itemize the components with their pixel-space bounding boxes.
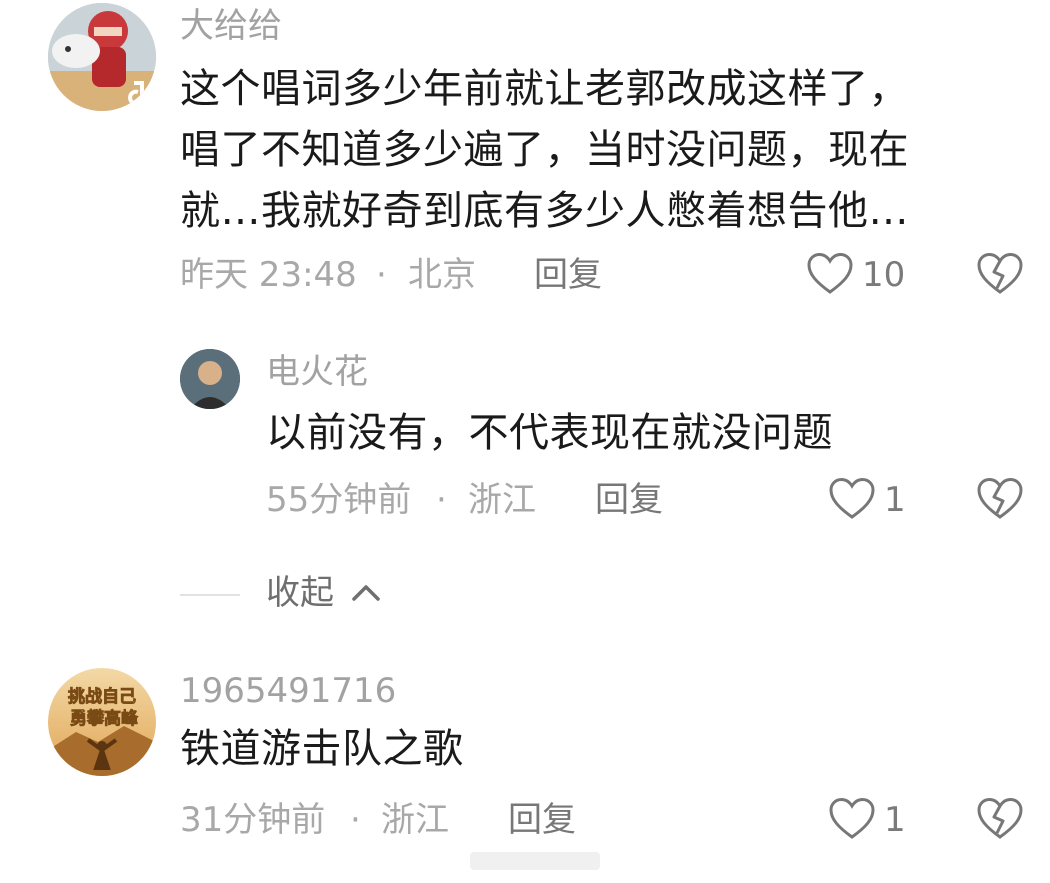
like-count: 1 (884, 800, 906, 840)
comment-username[interactable]: 大给给 (180, 6, 282, 46)
avatar[interactable]: 挑战自己 勇攀高峰 (48, 668, 156, 776)
avatar-text-line2: 勇攀高峰 (70, 708, 139, 729)
meta-separator: · (350, 800, 361, 840)
meta-separator: · (436, 480, 447, 520)
like-count: 10 (862, 255, 906, 295)
chevron-up-icon[interactable] (350, 580, 382, 604)
reply-button[interactable]: 回复 (534, 255, 602, 295)
comment-username[interactable]: 电火花 (266, 352, 368, 392)
comment-text-line: 唱了不知道多少遍了，当时没问题，现在 (180, 127, 909, 173)
collapse-divider (180, 594, 240, 596)
broken-heart-icon[interactable] (976, 252, 1024, 296)
comment-time: 31分钟前 (180, 800, 326, 840)
like-heart-icon[interactable] (828, 477, 876, 521)
avatar[interactable] (48, 3, 156, 111)
like-count: 1 (884, 480, 906, 520)
comment-text-line: 以前没有，不代表现在就没问题 (266, 410, 833, 456)
reply-button[interactable]: 回复 (508, 800, 576, 840)
comment-time: 55分钟前 (266, 480, 412, 520)
avatar[interactable] (180, 349, 240, 409)
watermark-bar (470, 852, 600, 870)
comment-text-line: 就…我就好奇到底有多少人憋着想告他… (180, 188, 909, 234)
broken-heart-icon[interactable] (976, 477, 1024, 521)
comment-location: 北京 (408, 255, 476, 295)
comment-text-line: 铁道游击队之歌 (180, 726, 464, 772)
broken-heart-icon[interactable] (976, 797, 1024, 841)
meta-separator: · (376, 255, 387, 295)
like-heart-icon[interactable] (806, 252, 854, 296)
reply-button[interactable]: 回复 (595, 480, 663, 520)
avatar-text-line1: 挑战自己 (68, 686, 136, 707)
like-heart-icon[interactable] (828, 797, 876, 841)
comment-time: 昨天 23:48 (180, 255, 357, 295)
collapse-replies-button[interactable]: 收起 (266, 573, 334, 613)
comment-location: 浙江 (468, 480, 536, 520)
comment-location: 浙江 (381, 800, 449, 840)
comment-text-line: 这个唱词多少年前就让老郭改成这样了， (180, 66, 909, 112)
comment-username[interactable]: 1965491716 (180, 671, 396, 711)
